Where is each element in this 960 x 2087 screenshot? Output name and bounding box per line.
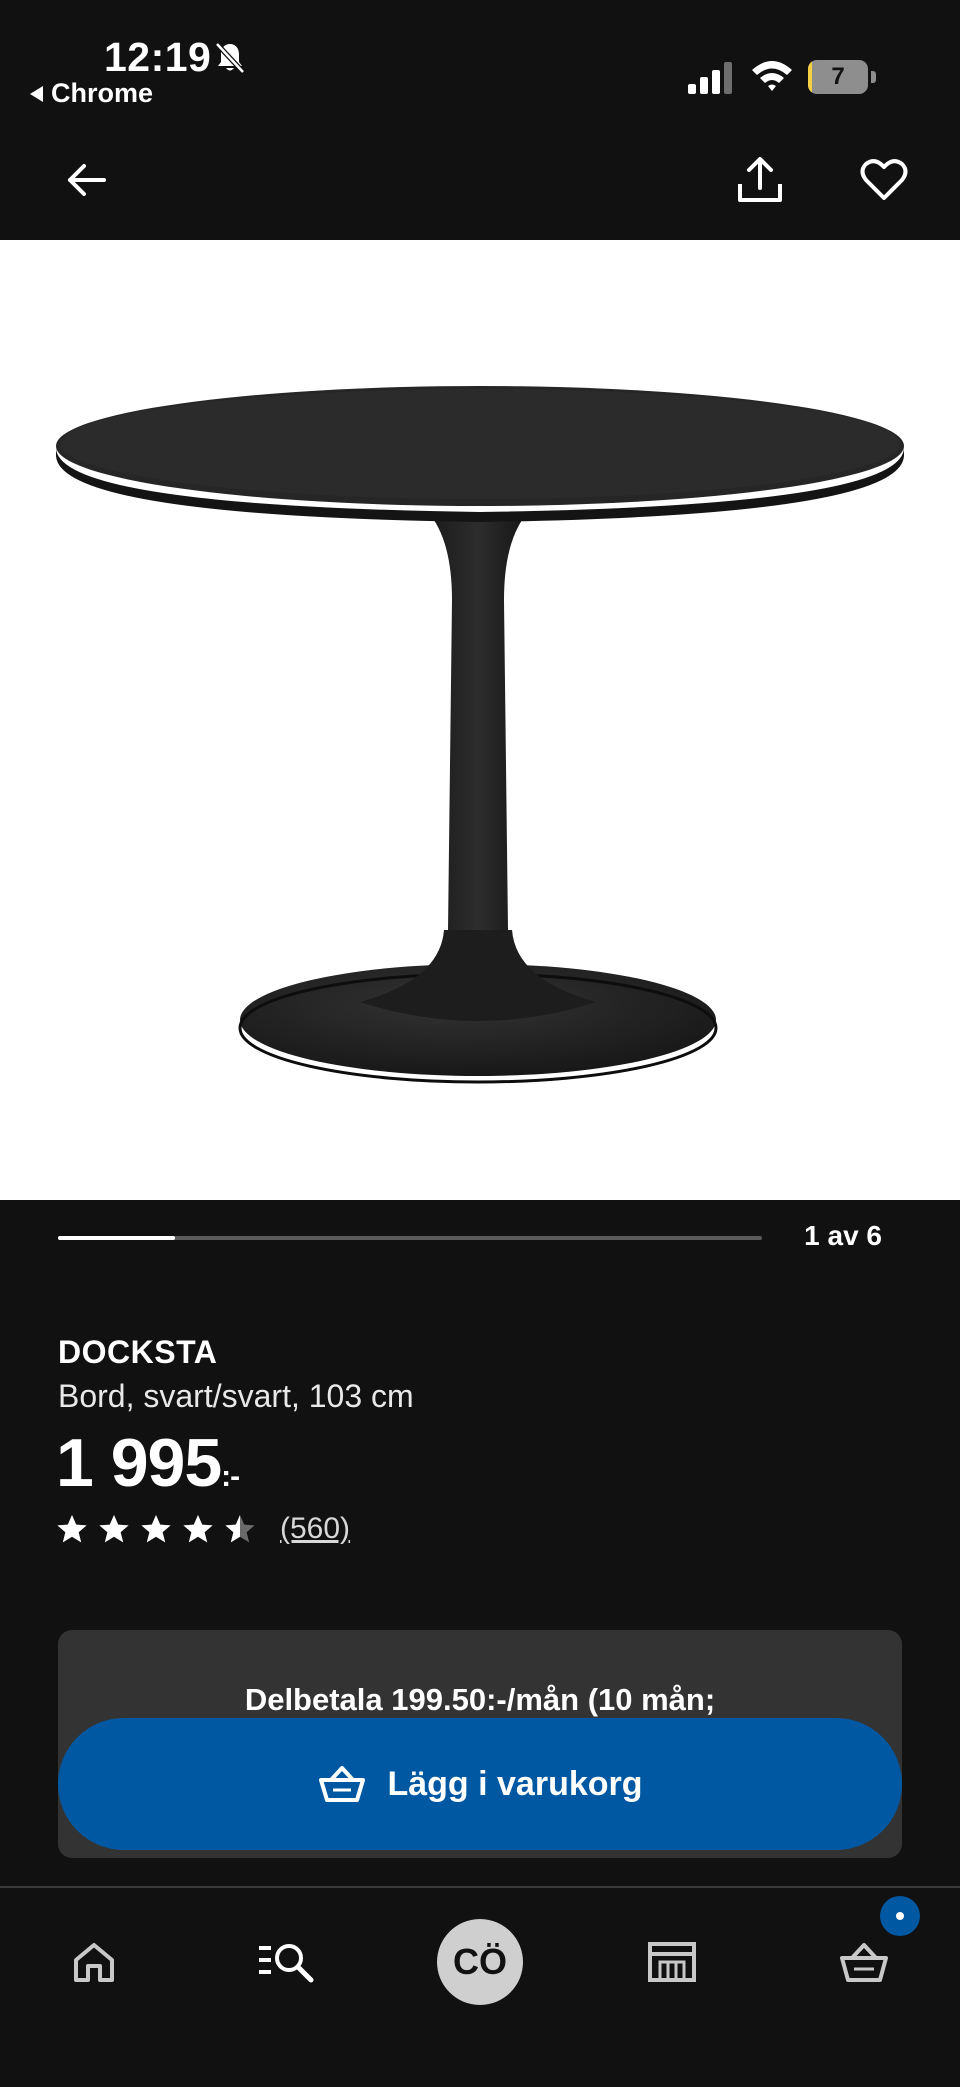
carousel-counter: 1 av 6 <box>804 1220 882 1251</box>
bell-slash-icon <box>215 42 245 74</box>
top-nav <box>0 120 960 240</box>
product-price: 1 995:- <box>56 1424 240 1502</box>
battery-level: 7 <box>831 63 845 90</box>
star-icon <box>141 1515 171 1543</box>
tab-search[interactable] <box>236 1912 336 2012</box>
wifi-icon <box>752 61 792 91</box>
share-button[interactable] <box>724 144 796 216</box>
home-icon <box>74 1943 114 1982</box>
arrow-left-icon <box>68 164 106 196</box>
back-button[interactable] <box>50 144 122 216</box>
carousel-progress-fill <box>58 1236 176 1240</box>
tab-home[interactable] <box>44 1912 144 2012</box>
star-icon <box>99 1515 129 1543</box>
basket-icon <box>319 1766 366 1802</box>
status-time: 12:19 <box>104 34 212 80</box>
star-icon <box>57 1515 87 1543</box>
add-to-cart-label: Lägg i varukorg <box>387 1764 643 1803</box>
product-name: DOCKSTA <box>58 1334 218 1370</box>
status-bar: 12:19 Chrome 7 <box>0 0 960 120</box>
product-rating[interactable]: (560) <box>56 1512 350 1546</box>
review-count-link[interactable]: (560) <box>280 1512 350 1546</box>
product-description: Bord, svart/svart, 103 cm <box>58 1378 414 1414</box>
rating-stars <box>56 1513 266 1545</box>
basket-icon <box>840 1943 888 1982</box>
signal-icon <box>688 62 732 94</box>
avatar: CÖ <box>437 1919 523 2005</box>
search-list-icon <box>259 1944 314 1983</box>
price-suffix: :- <box>221 1460 240 1493</box>
back-app-label: Chrome <box>51 78 154 108</box>
carousel-progress-track <box>58 1236 762 1240</box>
star-icon <box>183 1515 213 1543</box>
image-carousel-indicator: 1 av 6 <box>0 1200 960 1280</box>
heart-icon <box>860 159 908 200</box>
back-to-app[interactable]: Chrome <box>30 78 153 109</box>
cart-badge <box>880 1896 920 1936</box>
back-triangle-icon <box>30 85 43 102</box>
tab-store[interactable] <box>622 1912 722 2012</box>
favorite-button[interactable] <box>848 144 920 216</box>
installment-text: Delbetala 199.50:-/mån (10 mån; <box>244 1682 716 1717</box>
bottom-tab-bar: CÖ <box>0 1888 960 2087</box>
share-icon <box>738 157 782 202</box>
tab-profile[interactable]: CÖ <box>430 1912 530 2012</box>
price-value: 1 995 <box>56 1425 222 1501</box>
star-icon <box>225 1515 255 1543</box>
product-image[interactable] <box>0 240 960 1200</box>
store-icon <box>648 1942 696 1982</box>
battery-icon: 7 <box>808 60 876 94</box>
table-illustration <box>56 386 904 1084</box>
add-to-cart-button[interactable]: Lägg i varukorg <box>58 1718 902 1850</box>
